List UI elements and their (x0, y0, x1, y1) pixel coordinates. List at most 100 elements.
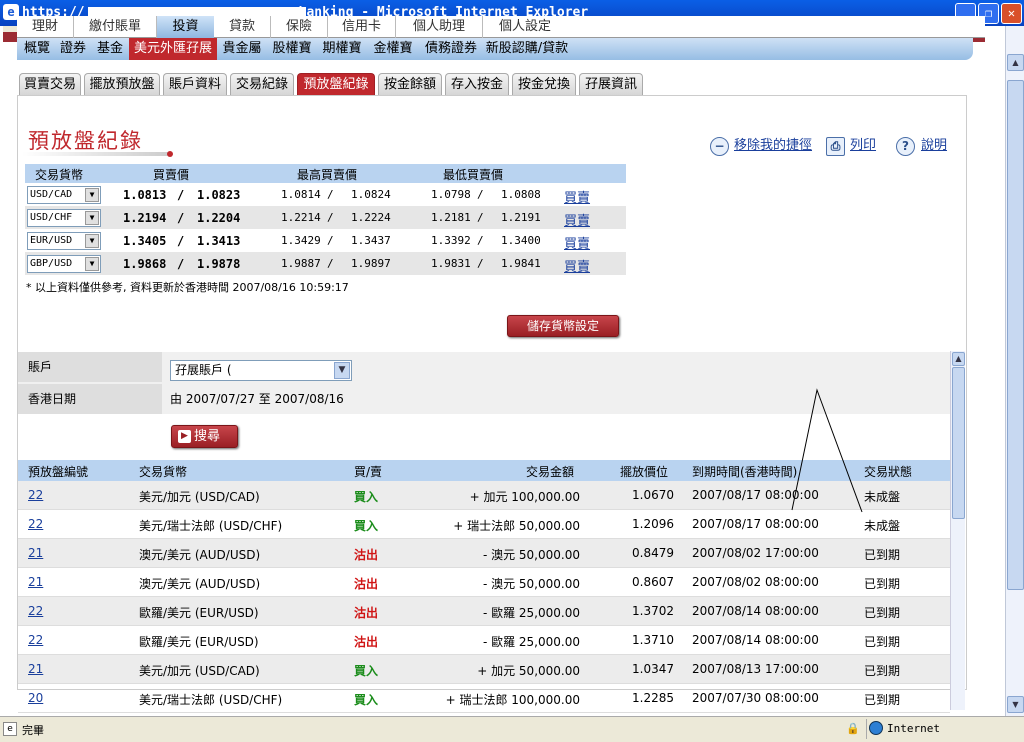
tab-strip: 買賣交易 擺放預放盤 賬戶資料 交易紀錄 預放盤紀錄 按金餘額 存入按金 按金兌… (17, 73, 967, 95)
trade-link[interactable]: 買賣 (564, 256, 590, 275)
chevron-down-icon[interactable]: ▼ (85, 211, 99, 225)
currency-select[interactable]: USD/CHF ▼ (27, 209, 101, 227)
close-button[interactable]: ✕ (1001, 3, 1022, 24)
scroll-thumb[interactable] (952, 367, 965, 519)
nav-sub-item[interactable]: 概覽 (19, 38, 55, 60)
help-label[interactable]: 說明 (921, 135, 947, 157)
order-side: 買入 (354, 693, 379, 707)
scroll-up-icon[interactable]: ▲ (952, 352, 965, 366)
trade-link[interactable]: 買賣 (564, 233, 590, 252)
low-bid: 1.0798 (431, 188, 471, 201)
high-ask: 1.3437 (351, 234, 391, 247)
high-bid: 1.9887 (281, 257, 321, 270)
order-ref-link[interactable]: 21 (28, 575, 43, 589)
order-row: 20 美元/瑞士法郎 (USD/CHF) 買入 + 瑞士法郎 100,000.00 1.… (18, 684, 950, 713)
nav-top-item[interactable]: 繳付賬單 (74, 16, 157, 38)
nav-sub-item[interactable]: 金權寶 (367, 38, 419, 60)
chevron-down-icon[interactable]: ▼ (85, 257, 99, 271)
order-expiry: 2007/08/02 17:00:00 (692, 546, 819, 560)
chevron-down-icon[interactable]: ▼ (334, 362, 350, 379)
print-link[interactable]: ⎙ 列印 (826, 135, 880, 157)
inner-scrollbar[interactable]: ▲ (950, 351, 965, 710)
nav-sub-item-active[interactable]: 美元外匯孖展 (129, 38, 217, 60)
high-ask: 1.9897 (351, 257, 391, 270)
order-pair: 歐羅/美元 (EUR/USD) (139, 606, 259, 620)
nav-top-item[interactable]: 貸款 (214, 16, 271, 38)
order-amount: + 瑞士法郎 100,000.00 (445, 693, 580, 707)
order-amount: - 澳元 50,000.00 (482, 548, 580, 562)
order-ref-link[interactable]: 22 (28, 488, 43, 502)
trade-link[interactable]: 買賣 (564, 210, 590, 229)
ask-value: 1.2204 (197, 211, 241, 225)
tab-deposit-margin[interactable]: 存入按金 (445, 73, 509, 95)
scroll-thumb[interactable] (1007, 80, 1024, 590)
nav-top-item[interactable]: 保險 (271, 16, 328, 38)
nav-sub-item[interactable]: 股權寶 (267, 38, 317, 60)
nav-sub-item[interactable]: 債務證券 (419, 38, 483, 60)
tab-trade-history[interactable]: 交易紀錄 (230, 73, 294, 95)
currency-select[interactable]: EUR/USD ▼ (27, 232, 101, 250)
nav-sub-item[interactable]: 期權寶 (317, 38, 367, 60)
header-pair: 交易貨幣 (139, 465, 188, 479)
ask-value: 1.3413 (197, 234, 241, 248)
nav-sub-item[interactable]: 新股認購/貸款 (483, 38, 571, 60)
search-button-label: 搜尋 (194, 429, 221, 444)
account-select[interactable]: 孖展賬戶 ( ▼ (170, 360, 352, 381)
currency-select[interactable]: USD/CAD ▼ (27, 186, 101, 204)
order-price: 1.0670 (632, 488, 674, 502)
order-ref-link[interactable]: 22 (28, 604, 43, 618)
nav-top-item[interactable]: 信用卡 (328, 16, 396, 38)
ask-value: 1.0823 (197, 188, 241, 202)
tab-margin-exchange[interactable]: 按金兌換 (512, 73, 576, 95)
tab-trade[interactable]: 買賣交易 (19, 73, 81, 95)
tab-margin-balance[interactable]: 按金餘額 (378, 73, 442, 95)
order-price: 1.3710 (632, 633, 674, 647)
order-row: 21 澳元/美元 (AUD/USD) 沽出 - 澳元 50,000.00 0.8479 2… (18, 539, 950, 568)
tab-account-info[interactable]: 賬戶資料 (163, 73, 227, 95)
tab-order-history[interactable]: 預放盤紀錄 (297, 73, 375, 95)
save-currency-button[interactable]: 儲存貨幣設定 (507, 315, 619, 337)
print-label[interactable]: 列印 (850, 135, 876, 157)
remove-shortcut-label[interactable]: 移除我的捷徑 (734, 135, 812, 157)
bid-value: 1.0813 (123, 188, 167, 202)
nav-top-item[interactable]: 個人設定 (483, 16, 567, 38)
status-bar: e 完畢 🔒 Internet (0, 716, 1024, 742)
order-status: 已到期 (864, 664, 901, 678)
nav-sub-item[interactable]: 證券 (55, 38, 91, 60)
header-bid: 買賣價 (153, 168, 190, 182)
header-low: 最低買賣價 (443, 168, 504, 182)
order-status: 已到期 (864, 548, 901, 562)
nav-top-item[interactable]: 理財 (17, 16, 74, 38)
remove-shortcut-link[interactable]: − 移除我的捷徑 (710, 135, 815, 157)
order-amount: - 歐羅 25,000.00 (482, 606, 580, 620)
low-ask: 1.2191 (501, 211, 541, 224)
order-pair: 美元/瑞士法郎 (USD/CHF) (139, 693, 283, 707)
order-price: 1.3702 (632, 604, 674, 618)
annotation-lines (791, 388, 863, 513)
window-scrollbar[interactable]: ▲ ▼ (1005, 26, 1024, 716)
chevron-down-icon[interactable]: ▼ (85, 188, 99, 202)
order-row: 22 歐羅/美元 (EUR/USD) 沽出 - 歐羅 25,000.00 1.3710 2… (18, 626, 950, 655)
currency-select[interactable]: GBP/USD ▼ (27, 255, 101, 273)
scroll-up-icon[interactable]: ▲ (1007, 54, 1024, 71)
nav-sub-item[interactable]: 貴金屬 (217, 38, 267, 60)
order-ref-link[interactable]: 22 (28, 633, 43, 647)
nav-sub-item[interactable]: 基金 (91, 38, 129, 60)
tab-place-order[interactable]: 擺放預放盤 (84, 73, 160, 95)
help-link[interactable]: ? 說明 (896, 135, 950, 157)
rate-row: USD/CAD ▼ 1.0813/1.0823 1.0814/1.0824 1.0… (25, 183, 626, 206)
trade-link[interactable]: 買賣 (564, 187, 590, 206)
search-button[interactable]: ▶ 搜尋 (171, 425, 238, 448)
low-ask: 1.0808 (501, 188, 541, 201)
header-high: 最高買賣價 (297, 168, 358, 182)
order-ref-link[interactable]: 21 (28, 662, 43, 676)
order-ref-link[interactable]: 20 (28, 691, 43, 705)
order-pair: 澳元/美元 (AUD/USD) (139, 577, 261, 591)
order-ref-link[interactable]: 21 (28, 546, 43, 560)
chevron-down-icon[interactable]: ▼ (85, 234, 99, 248)
tab-margin-info[interactable]: 孖展資訊 (579, 73, 643, 95)
nav-top-item-active[interactable]: 投資 (157, 16, 214, 38)
scroll-down-icon[interactable]: ▼ (1007, 696, 1024, 713)
order-ref-link[interactable]: 22 (28, 517, 43, 531)
nav-top-item[interactable]: 個人助理 (396, 16, 483, 38)
